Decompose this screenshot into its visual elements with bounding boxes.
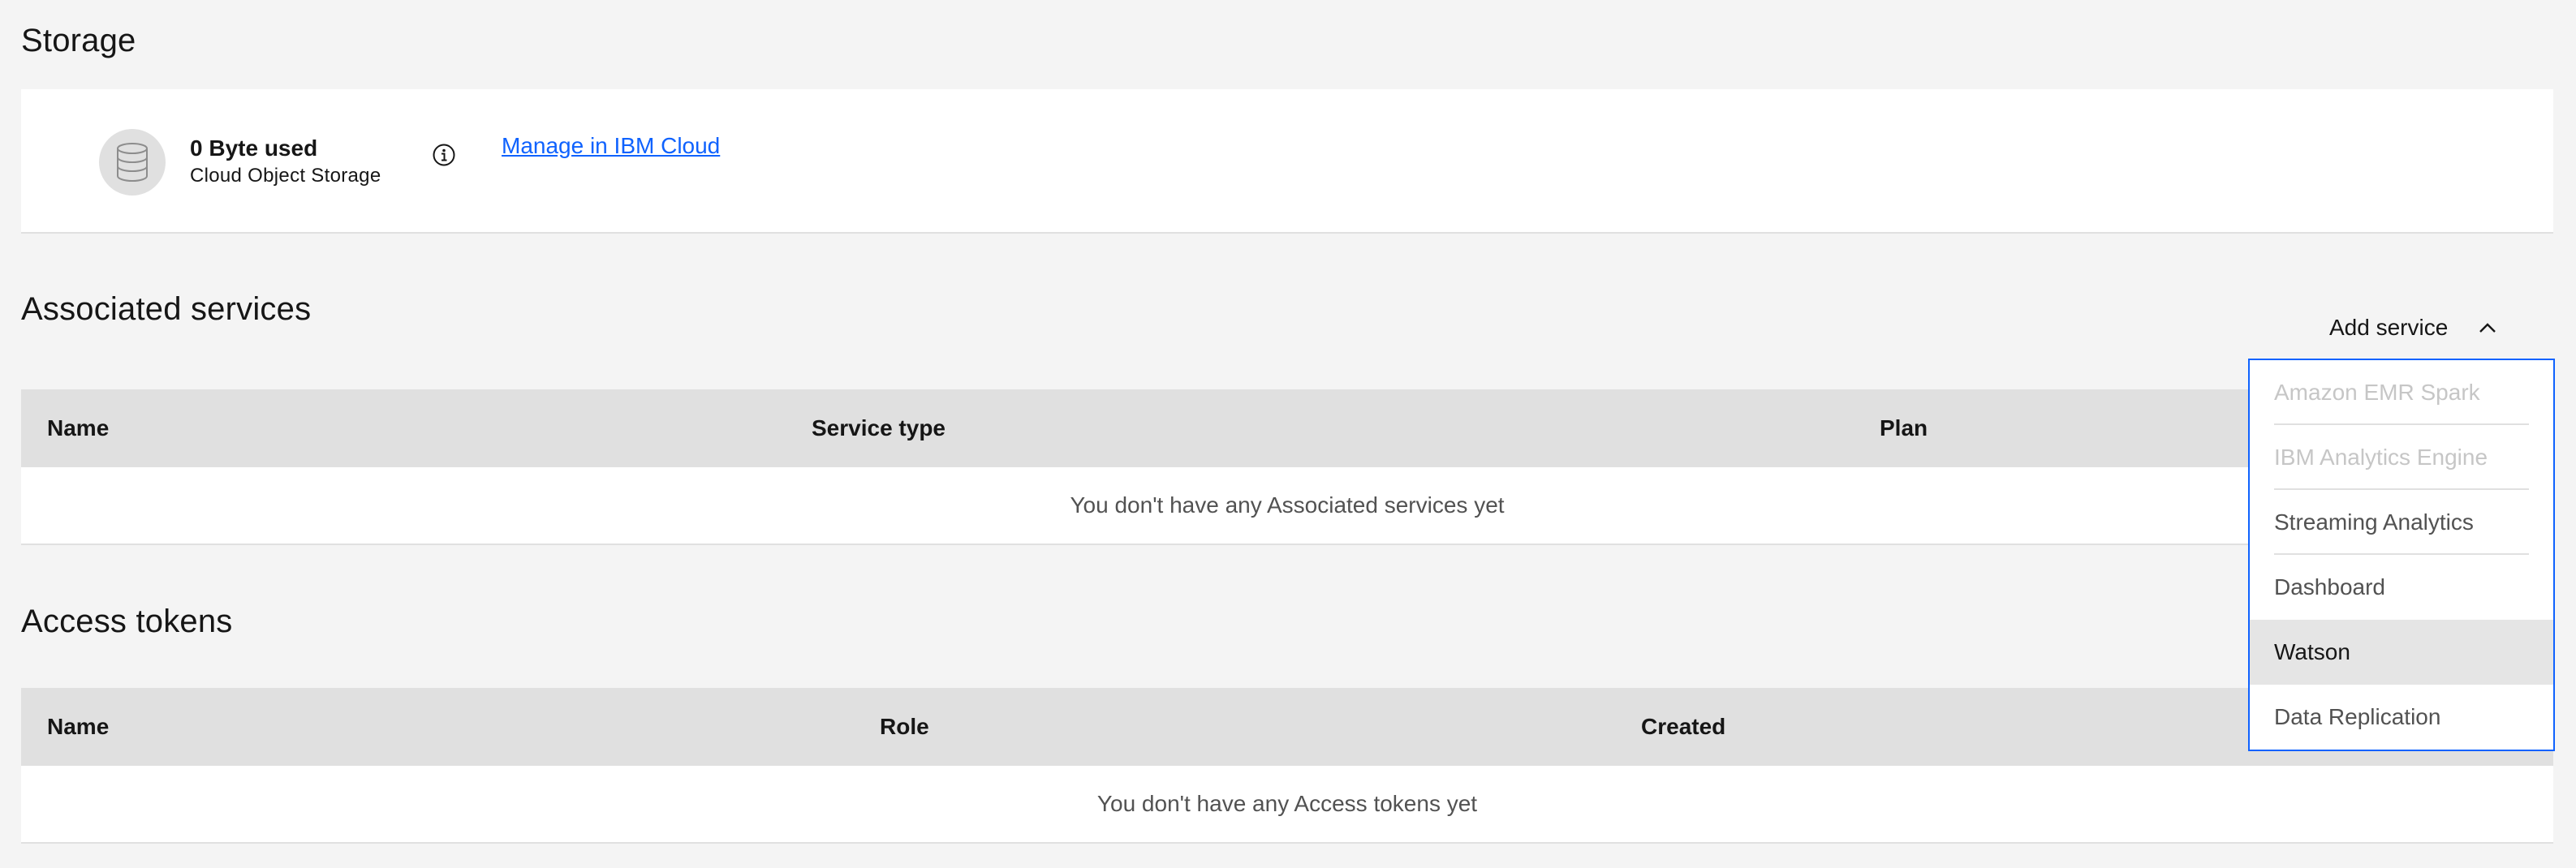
dropdown-item-data-replication[interactable]: Data Replication [2250,685,2553,750]
dropdown-item-watson[interactable]: Watson [2250,620,2553,685]
column-header-name[interactable]: Name [47,389,109,467]
chevron-up-icon [2477,317,2498,338]
table-header-row: Name Role Created [21,688,2553,766]
column-header-name[interactable]: Name [47,688,109,766]
dropdown-item-streaming-analytics[interactable]: Streaming Analytics [2250,490,2553,555]
add-service-dropdown-menu: Amazon EMR Spark IBM Analytics Engine St… [2248,359,2555,751]
dropdown-item-ibm-analytics-engine: IBM Analytics Engine [2250,425,2553,490]
column-header-role[interactable]: Role [880,688,929,766]
associated-services-table: Name Service type Plan You don't have an… [21,389,2553,545]
storage-service-name: Cloud Object Storage [190,165,381,187]
associated-services-title: Associated services [21,291,312,327]
access-tokens-table: Name Role Created You don't have any Acc… [21,688,2553,844]
column-header-plan[interactable]: Plan [1880,389,1928,467]
storage-used-amount: 0 Byte used [190,135,318,161]
access-tokens-empty-message: You don't have any Access tokens yet [21,766,2553,844]
dropdown-item-dashboard[interactable]: Dashboard [2250,555,2553,620]
manage-in-ibm-cloud-link[interactable]: Manage in IBM Cloud [502,131,720,161]
add-service-button[interactable]: Add service [2329,307,2498,349]
storage-card: 0 Byte used Cloud Object Storage Manage … [21,89,2553,234]
info-icon[interactable] [432,143,456,167]
access-tokens-title: Access tokens [21,604,233,639]
database-icon [99,129,166,196]
associated-services-empty-message: You don't have any Associated services y… [21,467,2553,545]
storage-title: Storage [21,23,136,58]
table-header-row: Name Service type Plan [21,389,2553,467]
column-header-service-type[interactable]: Service type [812,389,946,467]
add-service-label: Add service [2329,315,2449,340]
dropdown-item-amazon-emr-spark: Amazon EMR Spark [2250,360,2553,425]
column-header-created[interactable]: Created [1641,688,1725,766]
project-manage-page: Storage 0 Byte used Cloud Object Storage… [0,0,2576,868]
